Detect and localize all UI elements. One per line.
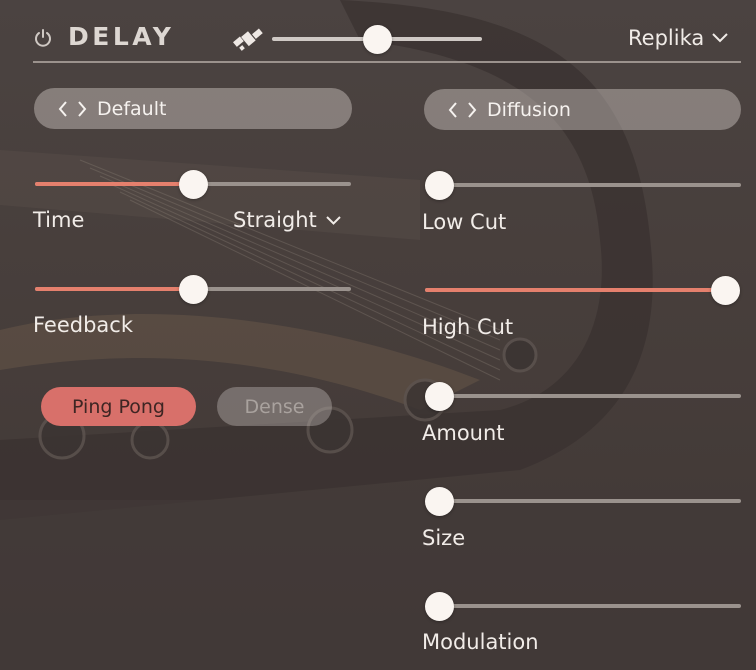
satellite-icon[interactable] [232, 25, 264, 53]
ping-pong-button[interactable]: Ping Pong [41, 387, 196, 426]
low-cut-label: Low Cut [422, 210, 507, 234]
dense-button[interactable]: Dense [217, 387, 332, 426]
time-mode-label: Straight [233, 208, 317, 232]
size-slider-thumb[interactable] [425, 487, 454, 516]
feedback-slider-thumb[interactable] [179, 275, 208, 304]
module-title: DELAY [68, 22, 175, 51]
high-cut-label: High Cut [422, 315, 514, 339]
time-slider[interactable] [35, 170, 351, 199]
chevron-left-icon[interactable] [448, 101, 458, 118]
modulation-label: Modulation [422, 630, 539, 654]
chevron-right-icon[interactable] [77, 100, 87, 117]
size-slider[interactable] [425, 487, 741, 516]
time-slider-thumb[interactable] [179, 170, 208, 199]
size-slider-track [425, 499, 741, 503]
size-label: Size [422, 526, 466, 550]
amount-slider[interactable] [425, 382, 741, 411]
header-divider [33, 61, 741, 63]
diffusion-preset-label: Diffusion [487, 98, 571, 121]
low-cut-slider-thumb[interactable] [425, 171, 454, 200]
high-cut-slider-thumb[interactable] [711, 276, 740, 305]
time-mode-dropdown[interactable]: Straight [233, 208, 341, 232]
low-cut-slider[interactable] [425, 171, 741, 200]
high-cut-slider-fill [425, 288, 725, 292]
modulation-slider-track [425, 604, 741, 608]
feedback-label: Feedback [33, 313, 134, 337]
low-cut-slider-track [425, 183, 741, 187]
preset-menu[interactable]: Replika [628, 26, 728, 50]
mix-slider-thumb[interactable] [363, 25, 392, 54]
amount-label: Amount [422, 421, 505, 445]
modulation-slider-thumb[interactable] [425, 592, 454, 621]
chevron-right-icon[interactable] [467, 101, 477, 118]
delay-preset-label: Default [97, 97, 167, 120]
modulation-slider[interactable] [425, 592, 741, 621]
chevron-down-icon [712, 33, 728, 43]
feedback-slider-fill [35, 287, 193, 291]
power-icon[interactable] [33, 28, 53, 48]
time-label: Time [33, 208, 85, 232]
amount-slider-track [425, 394, 741, 398]
diffusion-preset-selector[interactable]: Diffusion [424, 89, 741, 130]
high-cut-slider[interactable] [425, 276, 740, 305]
delay-preset-selector[interactable]: Default [34, 88, 352, 129]
preset-menu-label: Replika [628, 26, 705, 50]
chevron-left-icon[interactable] [58, 100, 68, 117]
time-slider-fill [35, 182, 193, 186]
mix-slider[interactable] [272, 25, 482, 54]
feedback-slider[interactable] [35, 275, 351, 304]
amount-slider-thumb[interactable] [425, 382, 454, 411]
chevron-down-icon [326, 215, 341, 225]
